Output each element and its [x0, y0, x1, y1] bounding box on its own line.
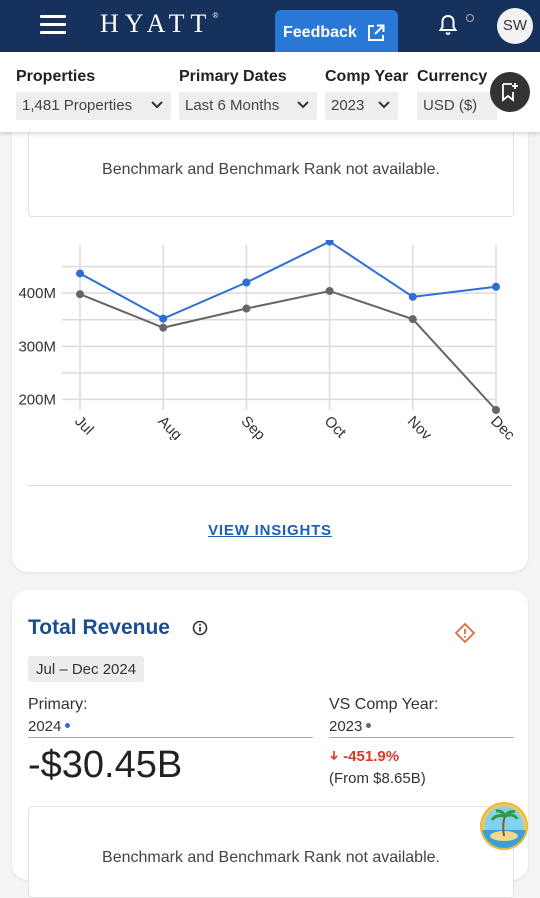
properties-dropdown[interactable]: 1,481 Properties [16, 92, 171, 120]
series-point [242, 304, 251, 313]
x-axis-tick-label: Aug [154, 413, 185, 440]
series-line [79, 289, 497, 411]
series-point [325, 287, 334, 295]
comp-year: 2023 [329, 718, 514, 738]
date-range-chip: Jul – Dec 2024 [28, 656, 145, 682]
pin-filters-button[interactable] [490, 72, 530, 112]
primary-year: 2024 [28, 718, 313, 738]
total-revenue-card: Total Revenue Jul – Dec 2024 Primary: 20… [12, 590, 528, 898]
primary-column: Primary: 2024 [28, 696, 313, 738]
filter-label: Comp Year [325, 68, 409, 85]
total-revenue-value: -$30.45B [28, 744, 183, 786]
dropdown-value: Last 6 Months [185, 97, 280, 114]
external-link-icon [368, 24, 385, 41]
filter-primary-dates: Primary Dates Last 6 Months [179, 68, 317, 120]
notification-bell-icon[interactable] [438, 14, 458, 36]
benchmark-note: Benchmark and Benchmark Rank not availab… [102, 849, 440, 866]
chevron-down-icon [378, 101, 390, 109]
series-point [408, 315, 417, 324]
primary-dates-dropdown[interactable]: Last 6 Months [179, 92, 317, 120]
beach-scene-icon [480, 802, 528, 850]
revenue-change-percent: -451.9% [343, 748, 400, 765]
series-point [76, 290, 84, 299]
filter-bar: Properties 1,481 Properties Primary Date… [0, 52, 540, 132]
comp-year-label: VS Comp Year: [329, 696, 439, 713]
feedback-label: Feedback [283, 24, 357, 41]
beach-assistant-icon[interactable] [480, 802, 528, 850]
filter-properties: Properties 1,481 Properties [16, 68, 171, 120]
x-axis-tick-label: Sep [238, 413, 269, 440]
warning-diamond-icon[interactable] [454, 622, 476, 644]
brand-name: HYATT [100, 9, 213, 38]
filter-label: Primary Dates [179, 68, 287, 85]
x-axis-tick-label: Jul [71, 413, 97, 439]
filter-currency: Currency USD ($) [417, 68, 497, 120]
series-point [242, 278, 251, 287]
dropdown-value: 2023 [331, 97, 365, 114]
series-point [159, 323, 168, 332]
primary-label: Primary: [28, 696, 88, 713]
x-axis-tick-label: Dec [487, 413, 518, 440]
revenue-line-chart: 200M 300M 400M Jul Aug Sep Oct Nov Dec [18, 240, 518, 440]
series-point [492, 406, 500, 414]
benchmark-unavailable-box: Benchmark and Benchmark Rank not availab… [28, 130, 514, 217]
filter-label: Properties [16, 68, 96, 85]
chevron-down-icon [297, 101, 309, 109]
info-icon[interactable] [192, 620, 208, 636]
hyatt-logo[interactable]: HYATT® [100, 9, 218, 39]
trademark-symbol: ® [212, 11, 219, 20]
view-insights-link[interactable]: VIEW INSIGHTS [12, 522, 528, 539]
revenue-from-value: (From $8.65B) [329, 770, 426, 787]
x-axis-tick-label: Oct [321, 413, 350, 440]
total-revenue-title: Total Revenue [28, 616, 170, 639]
user-avatar[interactable]: SW [497, 8, 533, 44]
series-line [79, 240, 497, 320]
y-axis-tick-label: 300M [18, 338, 56, 355]
arrow-down-icon [330, 751, 338, 761]
filter-comp-year: Comp Year 2023 [325, 68, 408, 120]
primary-year-value: 2024 [28, 718, 62, 735]
hamburger-menu-icon[interactable] [40, 15, 66, 35]
series-point [325, 240, 334, 246]
primary-series-dot [65, 723, 71, 728]
top-navigation-bar: HYATT® Feedback SW [0, 0, 540, 52]
card-divider [28, 485, 512, 486]
revenue-chart-card: Benchmark and Benchmark Rank not availab… [12, 100, 528, 572]
series-point [408, 292, 417, 301]
filter-label: Currency [417, 68, 488, 85]
y-axis-tick-label: 400M [18, 285, 56, 302]
dropdown-value: 1,481 Properties [22, 97, 133, 114]
dropdown-value: USD ($) [423, 97, 478, 114]
benchmark-unavailable-box: Benchmark and Benchmark Rank not availab… [28, 806, 514, 898]
comp-year-column: VS Comp Year: 2023 [329, 696, 514, 738]
y-axis-tick-label: 200M [18, 391, 56, 408]
revenue-change: -451.9% [329, 748, 399, 765]
series-point [76, 269, 84, 278]
bookmark-add-icon [502, 83, 518, 102]
notification-status-dot [466, 14, 474, 22]
series-point [159, 314, 168, 323]
chevron-down-icon [151, 101, 163, 109]
benchmark-note: Benchmark and Benchmark Rank not availab… [102, 161, 440, 178]
x-axis-tick-label: Nov [404, 413, 435, 440]
currency-dropdown[interactable]: USD ($) [417, 92, 497, 120]
comp-year-dropdown[interactable]: 2023 [325, 92, 398, 120]
comp-year-value: 2023 [329, 718, 363, 735]
series-point [492, 282, 500, 291]
comp-series-dot [366, 723, 372, 728]
feedback-button[interactable]: Feedback [275, 10, 398, 52]
